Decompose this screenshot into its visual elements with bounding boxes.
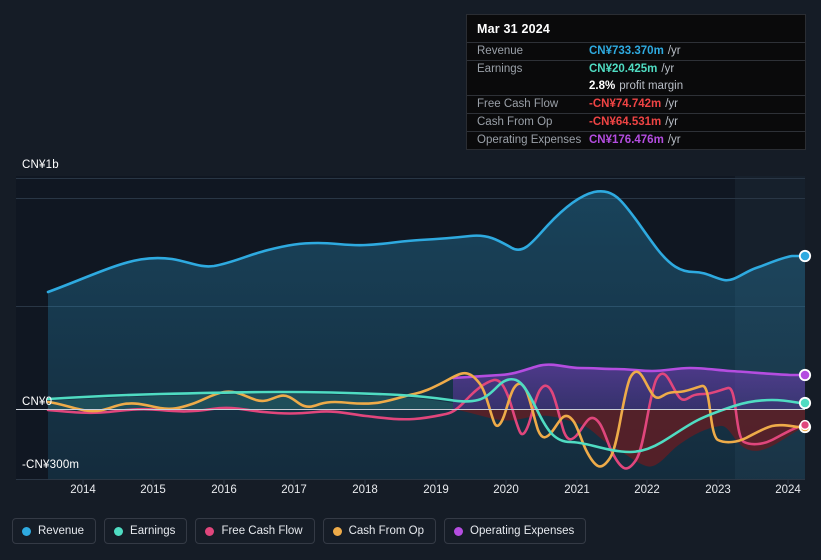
x-axis-tick-2018: 2018 bbox=[352, 484, 378, 496]
x-axis-tick-2017: 2017 bbox=[281, 484, 307, 496]
legend-color-dot bbox=[114, 526, 124, 536]
legend-item-revenue[interactable]: Revenue bbox=[12, 518, 97, 544]
tooltip-row-unit: /yr bbox=[667, 134, 681, 146]
x-axis-tick-2015: 2015 bbox=[140, 484, 166, 496]
tooltip-row-value: CN¥176.476m bbox=[589, 134, 664, 146]
legend-item-label: Earnings bbox=[130, 525, 176, 537]
data-tooltip: Mar 31 2024 Revenue CN¥733.370m/yr Earning… bbox=[466, 14, 806, 150]
legend-item-label: Operating Expenses bbox=[470, 525, 575, 537]
tooltip-row-value-group: -CN¥64.531m/yr bbox=[589, 116, 678, 128]
x-axis-tick-2022: 2022 bbox=[634, 484, 660, 496]
x-axis-tick-2014: 2014 bbox=[70, 484, 96, 496]
tooltip-row-unit: /yr bbox=[667, 45, 681, 57]
x-axis-tick-2016: 2016 bbox=[211, 484, 237, 496]
tooltip-row: Cash From Op -CN¥64.531m/yr bbox=[467, 113, 805, 131]
legend-color-dot bbox=[205, 526, 215, 536]
tooltip-row-value: 2.8% bbox=[589, 80, 616, 92]
x-axis-tick-2020: 2020 bbox=[493, 484, 519, 496]
x-axis-tick-2024: 2024 bbox=[775, 484, 801, 496]
legend-item-label: Revenue bbox=[38, 525, 85, 537]
tooltip-row: Earnings CN¥20.425m/yr bbox=[467, 60, 805, 78]
tooltip-row-value-group: CN¥20.425m/yr bbox=[589, 63, 674, 75]
operating-expenses-endpoint-marker bbox=[798, 368, 812, 382]
legend-color-dot bbox=[454, 526, 464, 536]
tooltip-row-label: Revenue bbox=[477, 45, 524, 57]
legend-color-dot bbox=[22, 526, 31, 536]
x-axis-tick-2023: 2023 bbox=[705, 484, 731, 496]
tooltip-row: Revenue CN¥733.370m/yr bbox=[467, 42, 805, 60]
x-axis-labels: 2014 2015 2016 2017 2018 2019 2020 2021 2022 2023… bbox=[0, 484, 821, 500]
legend-item-operating-expenses[interactable]: Operating Expenses bbox=[444, 518, 587, 544]
tooltip-row-unit: /yr bbox=[661, 63, 675, 75]
financial-chart: CN¥1b CN¥0 -CN¥300m 2014 2015 2016 2017 2018… bbox=[0, 0, 821, 560]
tooltip-row-value-group: CN¥176.476m/yr bbox=[589, 134, 681, 146]
legend-item-cash-from-op[interactable]: Cash From Op bbox=[322, 518, 437, 544]
earnings-endpoint-marker bbox=[798, 396, 812, 410]
tooltip-row: 2.8% profit margin bbox=[467, 78, 805, 95]
x-axis-tick-2019: 2019 bbox=[423, 484, 449, 496]
tooltip-row-label: Earnings bbox=[477, 63, 523, 75]
tooltip-row-unit: profit margin bbox=[619, 80, 684, 92]
legend-color-dot bbox=[332, 526, 342, 536]
tooltip-row-value: CN¥20.425m bbox=[589, 63, 658, 75]
chart-legend: Revenue Earnings Free Cash Flow Cash From O… bbox=[12, 518, 587, 544]
legend-item-free-cash-flow[interactable]: Free Cash Flow bbox=[195, 518, 315, 544]
tooltip-row-value: CN¥733.370m bbox=[589, 45, 664, 57]
tooltip-row-unit: /yr bbox=[665, 116, 679, 128]
tooltip-row: Free Cash Flow -CN¥74.742m/yr bbox=[467, 95, 805, 113]
tooltip-row-value-group: 2.8% profit margin bbox=[589, 80, 683, 92]
tooltip-row: Operating Expenses CN¥176.476m/yr bbox=[467, 131, 805, 149]
tooltip-rows: Revenue CN¥733.370m/yr Earnings CN¥20.425m /… bbox=[467, 42, 805, 149]
tooltip-row-value-group: -CN¥74.742m/yr bbox=[589, 98, 678, 110]
tooltip-row-label: Operating Expenses bbox=[477, 134, 582, 146]
tooltip-row-unit: /yr bbox=[665, 98, 679, 110]
legend-item-label: Cash From Op bbox=[348, 525, 425, 537]
tooltip-row-value: -CN¥64.531m bbox=[589, 116, 662, 128]
x-axis-tick-2021: 2021 bbox=[564, 484, 590, 496]
tooltip-row-value-group: CN¥733.370m/yr bbox=[589, 45, 681, 57]
tooltip-title: Mar 31 2024 bbox=[477, 22, 551, 36]
tooltip-row-value: -CN¥74.742m bbox=[589, 98, 662, 110]
revenue-endpoint-marker bbox=[798, 249, 812, 263]
legend-item-earnings[interactable]: Earnings bbox=[104, 518, 188, 544]
legend-item-label: Free Cash Flow bbox=[221, 525, 303, 537]
free-cash-flow-endpoint-marker bbox=[799, 419, 811, 431]
tooltip-row-label: Free Cash Flow bbox=[477, 98, 559, 110]
tooltip-row-label: Cash From Op bbox=[477, 116, 553, 128]
